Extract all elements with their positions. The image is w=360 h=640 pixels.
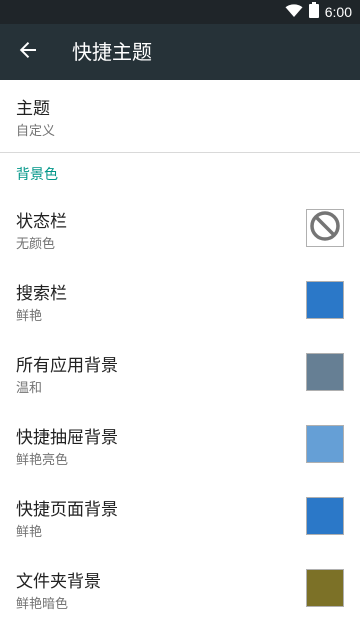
quick-drawer-background-preference[interactable]: 快捷抽屉背景 鲜艳亮色 (0, 409, 360, 481)
search-bar-color-preference[interactable]: 搜索栏 鲜艳 (0, 265, 360, 337)
color-swatch[interactable] (306, 353, 344, 391)
preference-summary: 鲜艳暗色 (16, 597, 69, 612)
color-swatch[interactable] (306, 425, 344, 463)
color-swatch[interactable] (306, 569, 344, 607)
preference-title: 状态栏 (16, 212, 67, 232)
back-button[interactable] (12, 36, 44, 68)
status-bar-color-preference[interactable]: 状态栏 无颜色 (0, 193, 360, 265)
preference-summary: 温和 (16, 381, 43, 396)
preference-title: 主题 (16, 99, 50, 119)
all-apps-background-preference[interactable]: 所有应用背景 温和 (0, 337, 360, 409)
color-swatch[interactable] (306, 209, 344, 247)
status-time: 6:00 (324, 4, 352, 20)
battery-icon (308, 2, 319, 22)
arrow-back-icon (18, 40, 38, 64)
color-swatch[interactable] (306, 497, 344, 535)
preference-title: 所有应用背景 (16, 356, 118, 376)
page-title: 快捷主题 (72, 40, 152, 64)
preference-summary: 无颜色 (16, 237, 56, 252)
preference-summary: 鲜艳 (16, 309, 43, 324)
folder-background-preference[interactable]: 文件夹背景 鲜艳暗色 (0, 553, 360, 625)
wifi-icon (285, 3, 303, 22)
preference-title: 搜索栏 (16, 284, 67, 304)
status-icons: 6:00 (285, 0, 352, 24)
preference-title: 快捷抽屉背景 (16, 428, 118, 448)
preference-title: 文件夹背景 (16, 572, 101, 592)
preference-summary: 自定义 (16, 124, 56, 139)
color-swatch[interactable] (306, 281, 344, 319)
preference-summary: 鲜艳 (16, 525, 43, 540)
app-bar: 快捷主题 (0, 24, 360, 80)
theme-preference[interactable]: 主题 自定义 (0, 80, 360, 152)
section-title: 背景色 (16, 167, 58, 183)
section-header: 背景色 (0, 153, 360, 193)
status-bar: 6:00 (0, 0, 360, 24)
settings-list: 主题 自定义 背景色 状态栏 无颜色 搜索栏 鲜艳 所有应用背景 温和 快捷抽屉… (0, 80, 360, 625)
quick-page-background-preference[interactable]: 快捷页面背景 鲜艳 (0, 481, 360, 553)
preference-summary: 鲜艳亮色 (16, 453, 69, 468)
preference-title: 快捷页面背景 (16, 500, 118, 520)
no-color-icon (308, 209, 342, 247)
